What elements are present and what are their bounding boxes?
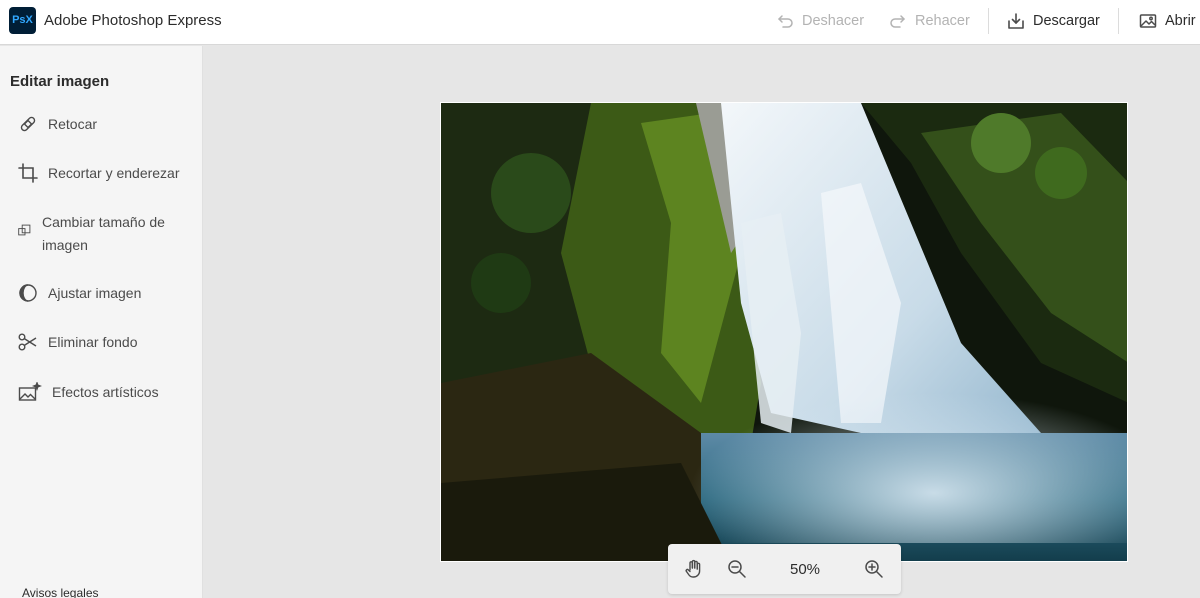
sidebar-item-label: Retocar — [48, 116, 98, 132]
download-icon — [1008, 13, 1024, 29]
toolbar-divider — [988, 8, 989, 34]
app-logo[interactable]: PsX — [9, 7, 36, 34]
sidebar-title: Editar imagen — [10, 73, 110, 90]
sidebar-item-recortar[interactable]: Recortar y enderezar — [18, 163, 180, 185]
scissors-icon — [18, 333, 37, 351]
hand-icon — [685, 559, 701, 578]
sidebar-item-label: Ajustar imagen — [48, 285, 142, 301]
zoom-level[interactable]: 50% — [778, 561, 832, 578]
app-title: Adobe Photoshop Express — [44, 12, 222, 29]
zoom-out-button[interactable] — [727, 559, 747, 579]
undo-icon — [778, 15, 793, 28]
toolbar-divider — [1118, 8, 1119, 34]
waterfall-photo — [441, 103, 1127, 561]
undo-label: Deshacer — [802, 13, 865, 29]
redo-icon — [890, 15, 905, 28]
pan-hand-button[interactable] — [684, 559, 704, 579]
download-label: Descargar — [1033, 13, 1100, 29]
sidebar-item-efectos[interactable]: Efectos artísticos — [18, 382, 159, 404]
legal-notices-link[interactable]: Avisos legales — [22, 586, 99, 598]
sidebar-item-eliminar-fondo[interactable]: Eliminar fondo — [18, 333, 138, 354]
zoom-out-icon — [728, 560, 746, 578]
adjust-icon — [19, 284, 37, 302]
top-bar: PsX Adobe Photoshop Express Deshacer Reh… — [0, 0, 1200, 45]
canvas-image[interactable] — [440, 102, 1128, 562]
sidebar-item-retocar[interactable]: Retocar — [18, 115, 97, 136]
sparkle-image-icon — [18, 382, 42, 401]
sidebar-item-label: Cambiar tamaño de imagen — [42, 214, 165, 253]
sidebar-item-label: Efectos artísticos — [52, 384, 159, 400]
sidebar-item-label: Recortar y enderezar — [48, 165, 180, 181]
sidebar-item-ajustar[interactable]: Ajustar imagen — [18, 284, 141, 305]
redo-label: Rehacer — [915, 13, 970, 29]
resize-icon — [18, 224, 31, 236]
open-button[interactable]: Abrir — [1139, 9, 1196, 33]
image-icon — [1139, 14, 1157, 28]
zoom-in-icon — [865, 560, 883, 578]
sidebar-item-label: Eliminar fondo — [48, 334, 138, 350]
redo-button[interactable]: Rehacer — [889, 9, 970, 33]
sidebar: Editar imagen Retocar Recortar y enderez… — [0, 46, 203, 598]
sidebar-item-cambiar-tamano[interactable]: Cambiar tamaño de imagen — [18, 213, 188, 257]
zoom-toolbar: 50% — [668, 544, 901, 594]
download-button[interactable]: Descargar — [1007, 9, 1100, 33]
open-label: Abrir — [1165, 13, 1196, 29]
zoom-in-button[interactable] — [864, 559, 884, 579]
undo-button[interactable]: Deshacer — [776, 9, 864, 33]
bandage-icon — [20, 116, 36, 132]
crop-icon — [18, 163, 38, 183]
